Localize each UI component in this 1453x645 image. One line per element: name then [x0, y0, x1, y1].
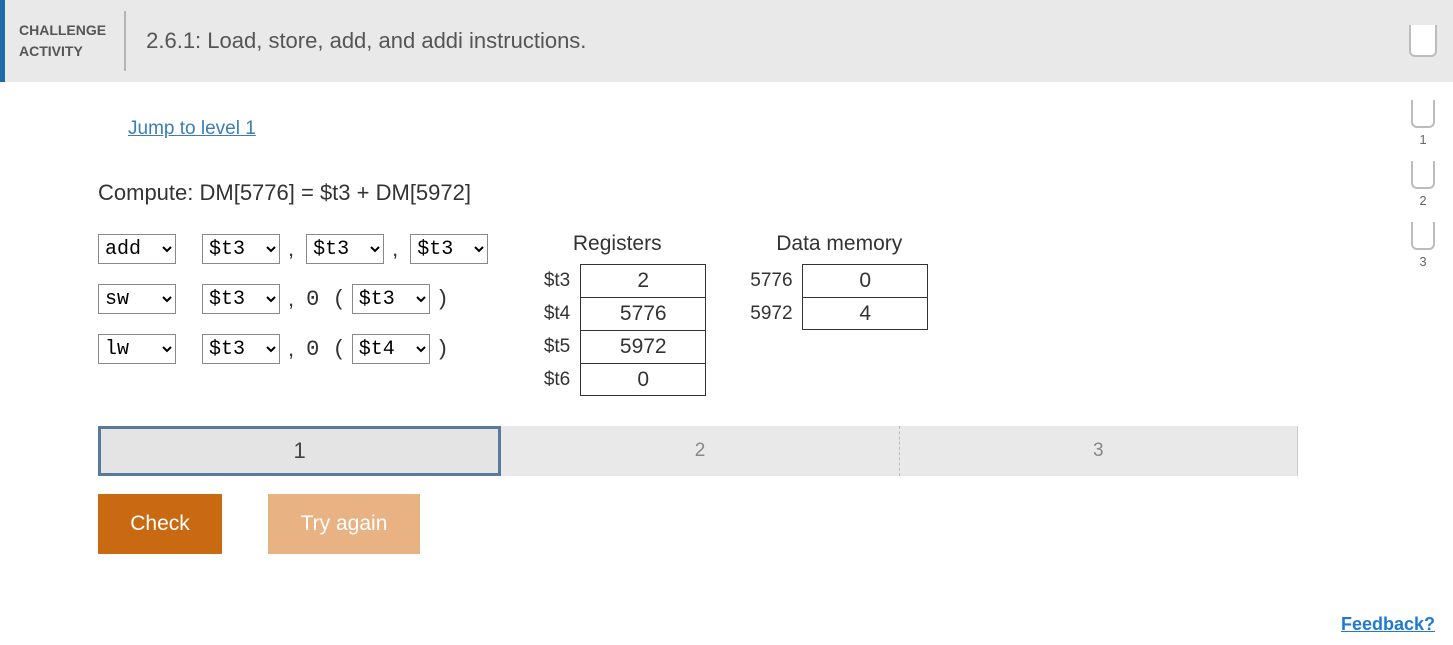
- memory-value: 4: [802, 297, 928, 330]
- memory-table: Data memory 5776059724: [750, 232, 928, 396]
- reg-select[interactable]: $t3$t4$t5$t6: [352, 334, 430, 364]
- register-value: 2: [580, 264, 706, 297]
- instruction-column: addaddilwsw $t3$t4$t5$t6, $t3$t4$t5$t6, $t3…: [98, 232, 488, 396]
- rail-level-number: 1: [1419, 132, 1426, 147]
- label-line2: ACTIVITY: [19, 41, 106, 62]
- rail-level-number: 2: [1419, 193, 1426, 208]
- opcode-select[interactable]: addaddilwsw: [98, 284, 176, 314]
- memory-title: Data memory: [750, 232, 928, 256]
- registers-table: Registers $t32$t45776$t55972$t60: [528, 232, 706, 396]
- level-progress-bar: 123: [98, 426, 1298, 476]
- memory-value: 0: [802, 264, 928, 297]
- reg-select[interactable]: $t3$t4$t5$t6: [352, 284, 430, 314]
- reg-select[interactable]: $t3$t4$t5$t6: [202, 334, 280, 364]
- try-again-button[interactable]: Try again: [268, 494, 420, 554]
- activity-title: 2.6.1: Load, store, add, and addi instru…: [126, 28, 586, 54]
- rail-level-2[interactable]: 2: [1411, 161, 1435, 208]
- opcode-select[interactable]: addaddilwsw: [98, 234, 176, 264]
- reg-select[interactable]: $t3$t4$t5$t6: [202, 284, 280, 314]
- memory-address: 5776: [750, 270, 802, 292]
- header-bar: CHALLENGE ACTIVITY 2.6.1: Load, store, a…: [0, 0, 1453, 82]
- level-rail: 1 2 3: [1411, 100, 1435, 269]
- close-paren: ): [436, 287, 449, 312]
- register-row: $t60: [528, 363, 706, 396]
- check-button[interactable]: Check: [98, 494, 222, 554]
- rail-level-1[interactable]: 1: [1411, 100, 1435, 147]
- close-paren: ): [436, 337, 449, 362]
- instruction-row-0: addaddilwsw $t3$t4$t5$t6, $t3$t4$t5$t6, $t3…: [98, 232, 488, 266]
- memory-row: 59724: [750, 297, 928, 330]
- register-label: $t5: [528, 336, 580, 358]
- comma: ,: [392, 236, 398, 262]
- rail-level-number: 3: [1419, 254, 1426, 269]
- reg-select[interactable]: $t3$t4$t5$t6: [410, 234, 488, 264]
- memory-row: 57760: [750, 264, 928, 297]
- shield-icon: [1411, 100, 1435, 128]
- opcode-select[interactable]: addaddilwsw: [98, 334, 176, 364]
- register-row: $t55972: [528, 330, 706, 363]
- register-label: $t3: [528, 270, 580, 292]
- comma: ,: [288, 336, 294, 362]
- reg-select[interactable]: $t3$t4$t5$t6: [306, 234, 384, 264]
- reg-select[interactable]: $t3$t4$t5$t6: [202, 234, 280, 264]
- register-row: $t32: [528, 264, 706, 297]
- offset-open-paren: 0 (: [306, 337, 346, 362]
- instruction-row-2: addaddilwsw$t3$t4$t5$t6,0 ($t3$t4$t5$t6): [98, 332, 488, 366]
- registers-title: Registers: [528, 232, 706, 256]
- challenge-activity-label: CHALLENGE ACTIVITY: [5, 11, 126, 71]
- shield-icon: [1411, 161, 1435, 189]
- register-label: $t4: [528, 303, 580, 325]
- memory-address: 5972: [750, 303, 802, 325]
- register-value: 5972: [580, 330, 706, 363]
- shield-icon: [1411, 222, 1435, 250]
- register-label: $t6: [528, 369, 580, 391]
- register-value: 0: [580, 363, 706, 396]
- header-shield-icon: [1409, 25, 1437, 57]
- jump-to-level-link[interactable]: Jump to level 1: [98, 118, 256, 140]
- comma: ,: [288, 286, 294, 312]
- feedback-link[interactable]: Feedback?: [1341, 614, 1435, 635]
- label-line1: CHALLENGE: [19, 20, 106, 41]
- offset-open-paren: 0 (: [306, 287, 346, 312]
- register-row: $t45776: [528, 297, 706, 330]
- rail-level-3[interactable]: 3: [1411, 222, 1435, 269]
- level-cell-3[interactable]: 3: [900, 426, 1298, 476]
- instruction-row-1: addaddilwsw$t3$t4$t5$t6,0 ($t3$t4$t5$t6): [98, 282, 488, 316]
- level-cell-1[interactable]: 1: [98, 426, 501, 476]
- register-value: 5776: [580, 297, 706, 330]
- level-cell-2[interactable]: 2: [501, 426, 899, 476]
- comma: ,: [288, 236, 294, 262]
- compute-prompt: Compute: DM[5776] = $t3 + DM[5972]: [98, 180, 1300, 206]
